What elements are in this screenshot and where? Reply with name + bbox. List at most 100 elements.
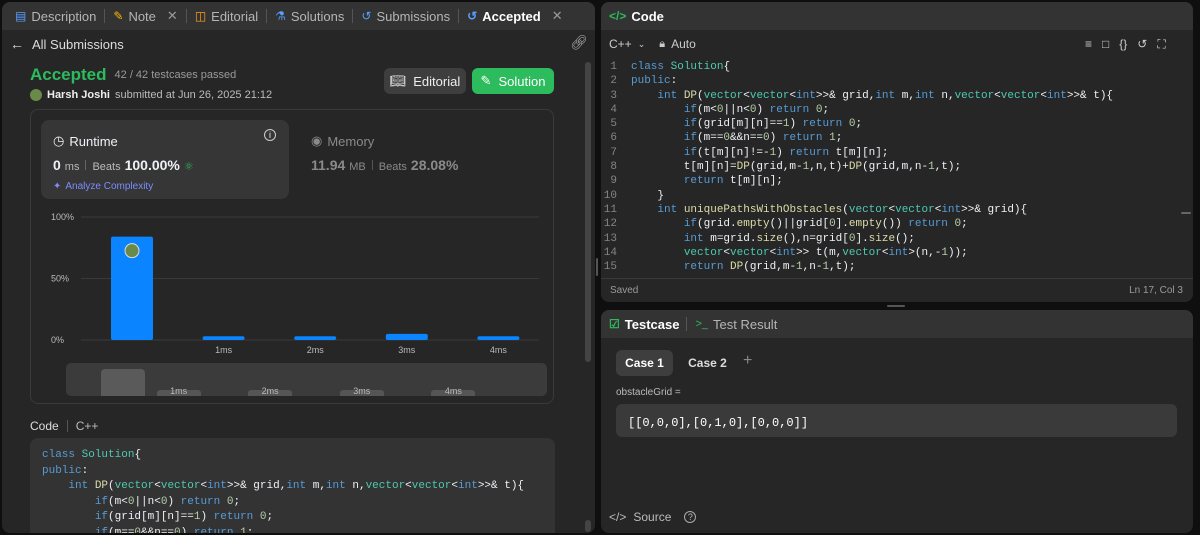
- range-slider[interactable]: 1ms 2ms 3ms 4ms: [66, 363, 547, 396]
- language-select[interactable]: C++: [609, 37, 632, 51]
- panel-resize-handle[interactable]: [887, 305, 905, 307]
- line-number: 1: [610, 61, 617, 73]
- editor-tabbar: </> Code: [601, 2, 1193, 30]
- y-tick-label: 50%: [51, 274, 69, 284]
- tab-description[interactable]: ▤ Description: [8, 2, 103, 30]
- checkbox-icon: ☑: [609, 317, 620, 331]
- add-case-button[interactable]: +: [743, 352, 752, 370]
- runtime-beats: 100.00%: [124, 157, 180, 173]
- code-line[interactable]: 8 t[m][n]=DP(grid,m-1,n,t)+DP(grid,m,n-1…: [601, 160, 1193, 174]
- code-line[interactable]: 12 if(grid.empty()||grid[0].empty()) ret…: [601, 217, 1193, 231]
- tab-note[interactable]: ✎ Note ✕: [106, 2, 184, 30]
- memory-card[interactable]: ◉ Memory 11.94 MB Beats 28.08%: [299, 120, 539, 199]
- chevron-down-icon[interactable]: ⌄: [638, 39, 646, 50]
- code-line[interactable]: 9 return t[m][n];: [601, 174, 1193, 188]
- code-preview-line: if(m<0||n<0) return 0;: [94, 495, 241, 508]
- left-scrollbar-bottom[interactable]: [585, 520, 591, 532]
- testcase-tabbar: ☑ Testcase >_ Test Result: [601, 310, 1193, 338]
- fullscreen-icon[interactable]: ⛶: [1157, 37, 1165, 52]
- code-area[interactable]: 1 class Solution{2 public: 3 int DP(vector<…: [601, 60, 1193, 272]
- avatar[interactable]: [30, 89, 42, 101]
- book-icon: 📖︎: [389, 73, 407, 88]
- analyze-label: Analyze Complexity: [65, 181, 154, 192]
- close-icon[interactable]: ✕: [552, 8, 563, 24]
- runtime-value: 0: [53, 157, 61, 173]
- tab-editorial[interactable]: ◫ Editorial: [188, 2, 265, 30]
- line-number: 3: [610, 89, 617, 102]
- vertical-resize-handle[interactable]: [596, 258, 598, 276]
- editorial-button[interactable]: 📖︎ Editorial: [384, 68, 466, 94]
- case-2-label: Case 2: [688, 356, 727, 370]
- mini-bar-label: 4ms: [444, 386, 462, 396]
- tab-label: Editorial: [211, 8, 259, 24]
- tab-label: Solutions: [290, 8, 345, 24]
- code-line[interactable]: 7 if(t[m][n]!=-1) return t[m][n];: [601, 146, 1193, 160]
- code-line[interactable]: 14 vector<vector<int>> t(m,vector<int>(n…: [601, 246, 1193, 260]
- code-line[interactable]: 10 }: [601, 189, 1193, 203]
- braces-icon[interactable]: {}: [1119, 37, 1127, 51]
- close-icon[interactable]: ✕: [167, 8, 178, 24]
- code-line[interactable]: 11 int uniquePathsWithObstacles(vector<v…: [601, 203, 1193, 217]
- x-tick-label: 4ms: [490, 345, 508, 355]
- code-line[interactable]: 6 if(m==0&&n==0) return 1;: [601, 131, 1193, 145]
- tab-label: Note: [128, 8, 156, 24]
- chart-bar[interactable]: [385, 333, 428, 340]
- tab-accepted[interactable]: ↺ Accepted ✕: [460, 2, 570, 30]
- testcase-panel: ☑ Testcase >_ Test Result Case 1 Case 2 …: [601, 310, 1193, 533]
- param-input[interactable]: [[0,0,0],[0,1,0],[0,0,0]]: [616, 404, 1177, 437]
- divider: [66, 420, 68, 432]
- editor-scrollbar[interactable]: [1181, 212, 1191, 214]
- user-name[interactable]: Harsh Joshi: [47, 89, 110, 101]
- code-line[interactable]: 1 class Solution{: [601, 60, 1193, 74]
- help-icon[interactable]: ?: [684, 511, 697, 523]
- code-line[interactable]: 15 return DP(grid,m-1,n-1,t);: [601, 260, 1193, 272]
- range-handle[interactable]: [101, 369, 145, 396]
- chart-bar[interactable]: [294, 336, 337, 340]
- tab-code[interactable]: </> Code: [609, 2, 664, 30]
- code-line[interactable]: 3 int DP(vector<vector<int>>& grid,int m…: [601, 89, 1193, 103]
- runtime-card[interactable]: ◷ Runtime i 0 ms Beats 100.00% ⚛ ✦ Analy…: [41, 120, 289, 199]
- tab-test-result[interactable]: >_ Test Result: [688, 310, 784, 338]
- chart-bar[interactable]: [202, 336, 245, 340]
- divider: [85, 160, 87, 170]
- code-preview[interactable]: class Solution{public: int DP(vector<vec…: [30, 438, 555, 533]
- tab-submissions[interactable]: ↺ Submissions: [354, 2, 457, 30]
- solution-button[interactable]: ✎ Solution: [472, 68, 554, 94]
- info-icon[interactable]: i: [264, 129, 276, 141]
- reset-icon[interactable]: ↺: [1137, 37, 1147, 51]
- all-submissions-link[interactable]: All Submissions: [32, 37, 124, 52]
- source-link[interactable]: </> Source ?: [609, 510, 697, 524]
- link-icon[interactable]: 🔗︎: [570, 34, 588, 51]
- bookmark-icon[interactable]: □: [1102, 37, 1109, 51]
- code-preview-line: public:: [42, 464, 89, 477]
- case-1-tab[interactable]: Case 1: [616, 350, 673, 376]
- format-icon[interactable]: ≡: [1085, 37, 1092, 51]
- code-line[interactable]: 4 if(m<0||n<0) return 0;: [601, 103, 1193, 117]
- accepted-icon: ↺: [467, 9, 478, 23]
- line-number: 5: [610, 118, 617, 131]
- editor-statusbar: Saved Ln 17, Col 3: [601, 278, 1193, 302]
- code-line[interactable]: 2 public:: [601, 74, 1193, 88]
- back-row[interactable]: ← All Submissions: [10, 34, 124, 54]
- editor-title: Code: [631, 8, 664, 24]
- mode-label[interactable]: Auto: [671, 37, 696, 51]
- left-scrollbar[interactable]: [585, 62, 591, 362]
- testcase-tab-label: Testcase: [624, 316, 680, 332]
- code-editor-panel: </> Code C++ ⌄ 🔒︎ Auto ≡ □ {} ↺ ⛶ 1 class…: [601, 2, 1193, 302]
- edit-icon: ✎: [480, 73, 492, 88]
- clock-icon: ◷: [53, 133, 65, 148]
- test-result-tab-label: Test Result: [713, 316, 778, 332]
- code-line[interactable]: 13 int m=grid.size(),n=grid[0].size();: [601, 232, 1193, 246]
- code-line[interactable]: 5 if(grid[m][n]==1) return 0;: [601, 117, 1193, 131]
- x-tick-label: 1ms: [215, 345, 233, 355]
- analyze-complexity-link[interactable]: ✦ Analyze Complexity: [53, 181, 153, 192]
- case-2-tab[interactable]: Case 2: [679, 350, 736, 376]
- cursor-position: Ln 17, Col 3: [1129, 285, 1183, 296]
- editor-toolbar: C++ ⌄ 🔒︎ Auto: [609, 34, 696, 54]
- chart-bar[interactable]: [477, 336, 520, 340]
- tab-testcase[interactable]: ☑ Testcase: [609, 310, 685, 338]
- editorial-button-label: Editorial: [413, 73, 461, 89]
- tab-solutions[interactable]: ⚗ Solutions: [268, 2, 351, 30]
- line-number: 9: [610, 175, 617, 188]
- line-number: 11: [603, 203, 617, 216]
